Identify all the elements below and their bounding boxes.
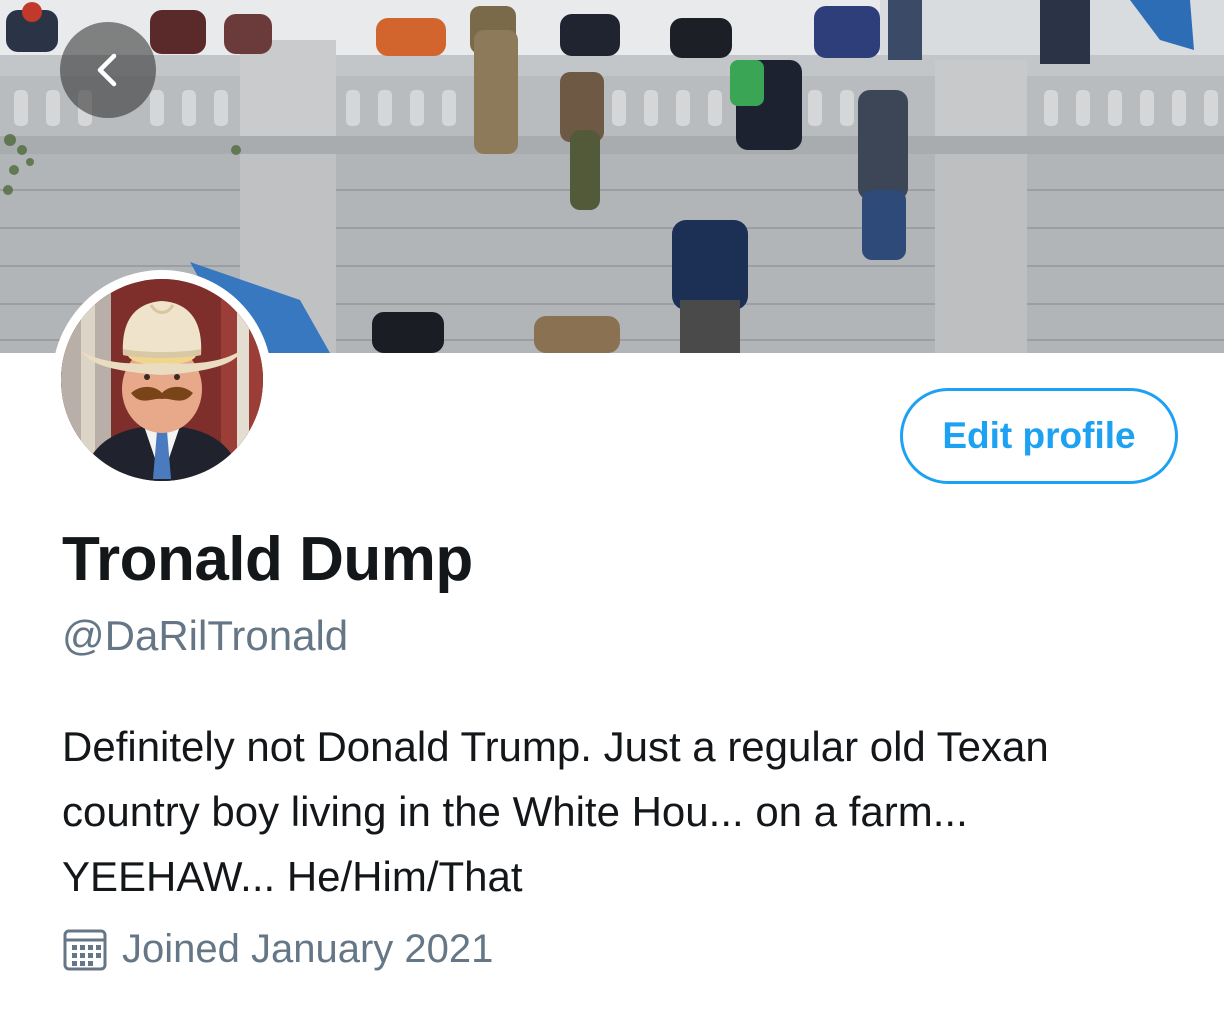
avatar-photo bbox=[61, 279, 263, 481]
user-handle: @DaRilTronald bbox=[62, 612, 349, 659]
joined-date: Joined January 2021 bbox=[62, 922, 493, 976]
chevron-left-icon bbox=[97, 53, 117, 87]
profile-bio: Definitely not Donald Trump. Just a regu… bbox=[62, 723, 1049, 900]
calendar-icon bbox=[63, 929, 107, 971]
edit-profile-button[interactable]: Edit profile bbox=[900, 388, 1178, 484]
display-name: Tronald Dump bbox=[62, 525, 473, 594]
joined-label: Joined January 2021 bbox=[122, 926, 494, 971]
avatar[interactable] bbox=[52, 270, 272, 490]
back-button[interactable] bbox=[60, 22, 156, 118]
